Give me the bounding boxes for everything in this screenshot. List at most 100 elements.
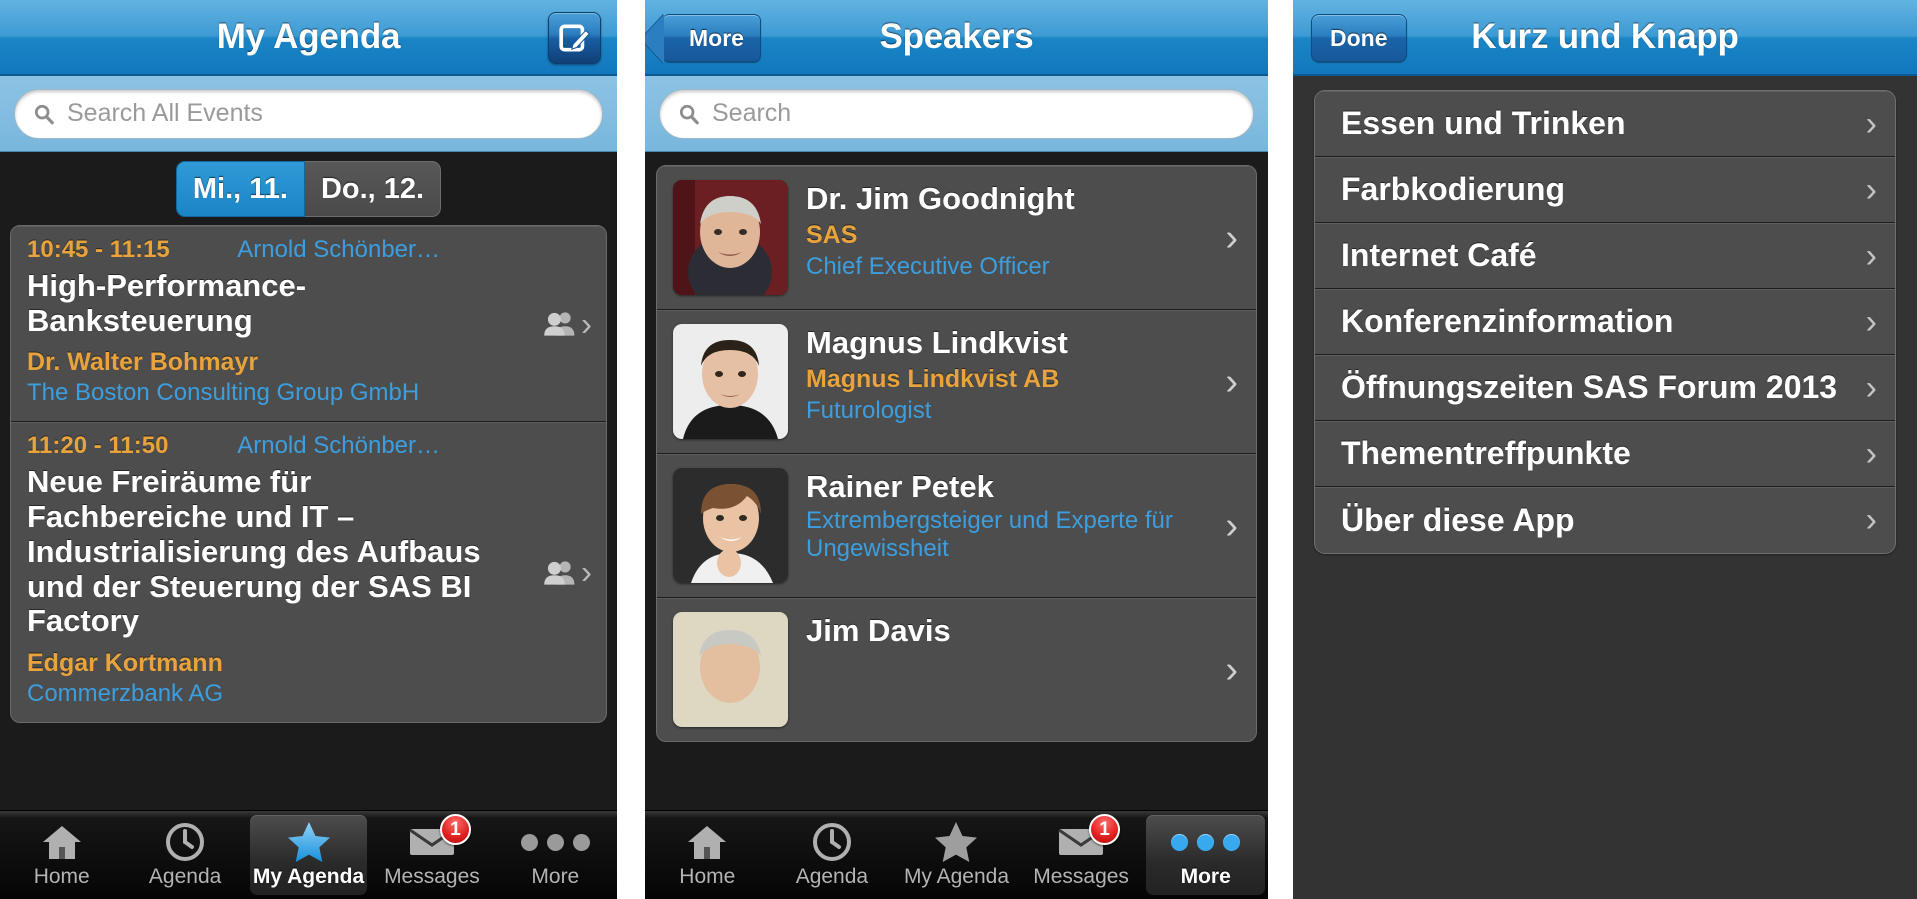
speaker-organization: Magnus Lindkvist AB: [806, 365, 1060, 394]
menu-item-farbkodierung[interactable]: Farbkodierung ›: [1315, 157, 1895, 223]
panel-speakers: More Speakers Search Dr. Jim Goodnight S…: [645, 0, 1268, 899]
tab-messages[interactable]: 1 Messages: [1022, 814, 1141, 895]
chevron-right-icon: ›: [1865, 302, 1877, 341]
speaker-name: Rainer Petek: [806, 469, 994, 504]
panel-divider: [1268, 0, 1293, 899]
tab-home[interactable]: Home: [3, 815, 120, 895]
search-bar-events: Search All Events: [0, 76, 617, 152]
event-speaker: Edgar Kortmann: [27, 649, 223, 678]
menu-item-label: Thementreffpunkte: [1341, 435, 1631, 472]
menu-item-label: Internet Café: [1341, 237, 1537, 274]
tab-my-agenda[interactable]: My Agenda: [249, 815, 368, 895]
agenda-list: 10:45 - 11:15 Arnold Schönber… High-Perf…: [10, 225, 607, 724]
tab-more[interactable]: More: [497, 815, 614, 895]
chevron-right-icon: ›: [1225, 360, 1238, 403]
done-button-wrap[interactable]: Done: [1311, 14, 1407, 62]
tab-bar: Home Agenda My Agenda 1 Messages More: [645, 810, 1268, 899]
badge-count: 1: [439, 814, 471, 845]
speaker-name: Magnus Lindkvist: [806, 325, 1068, 360]
ellipsis-icon: [520, 821, 590, 863]
speaker-meta: Jim Davis: [806, 612, 1240, 648]
menu-item-label: Öffnungszeiten SAS Forum 2013: [1341, 369, 1838, 406]
page-title: My Agenda: [216, 17, 401, 56]
panel-my-agenda: My Agenda Search All Events Mi., 11. Do.…: [0, 0, 617, 899]
menu-item-internet-cafe[interactable]: Internet Café ›: [1315, 223, 1895, 289]
event-speaker: Dr. Walter Bohmayr: [27, 348, 259, 377]
menu-item-konferenzinformation[interactable]: Konferenzinformation ›: [1315, 289, 1895, 355]
chevron-right-icon: ›: [1865, 170, 1877, 209]
speaker-row[interactable]: Magnus Lindkvist Magnus Lindkvist AB Fut…: [657, 310, 1256, 454]
tab-my-agenda[interactable]: My Agenda: [897, 815, 1016, 895]
search-placeholder: Search: [712, 99, 792, 127]
home-icon: [41, 821, 83, 863]
tab-label: More: [1180, 865, 1231, 888]
speaker-name: Jim Davis: [806, 613, 951, 648]
speaker-row[interactable]: Rainer Petek Extrembergsteiger und Exper…: [657, 454, 1256, 598]
compose-button[interactable]: [548, 12, 601, 64]
search-input[interactable]: Search All Events: [14, 88, 603, 139]
speakers-content: Dr. Jim Goodnight SAS Chief Executive Of…: [645, 152, 1268, 899]
tab-label: My Agenda: [252, 865, 365, 888]
envelope-icon: 1: [1058, 814, 1121, 863]
back-button-wrap[interactable]: More: [663, 14, 761, 62]
chevron-right-icon: ›: [581, 553, 592, 591]
search-icon: [34, 104, 54, 124]
chevron-right-icon: ›: [1865, 434, 1877, 473]
tab-home[interactable]: Home: [648, 815, 767, 895]
menu-content: Essen und Trinken › Farbkodierung › Inte…: [1293, 76, 1917, 899]
panel-kurz-und-knapp: Done Kurz und Knapp Essen und Trinken › …: [1293, 0, 1917, 899]
tab-label: Home: [679, 865, 736, 888]
menu-item-oeffnungszeiten[interactable]: Öffnungszeiten SAS Forum 2013 ›: [1315, 355, 1895, 421]
people-icon: [544, 312, 575, 336]
done-button[interactable]: Done: [1311, 14, 1407, 62]
back-button[interactable]: More: [663, 14, 761, 62]
search-input[interactable]: Search: [659, 88, 1254, 139]
event-title: Neue Freiräume für Fachbereiche und IT –…: [27, 464, 481, 639]
event-organization: Commerzbank AG: [27, 680, 224, 708]
date-tab-1[interactable]: Do., 12.: [304, 161, 442, 217]
event-time: 10:45 - 11:15: [27, 236, 170, 263]
agenda-row[interactable]: 10:45 - 11:15 Arnold Schönber… High-Perf…: [11, 226, 606, 423]
menu-list-wrap: Essen und Trinken › Farbkodierung › Inte…: [1293, 76, 1917, 554]
menu-item-ueber-diese-app[interactable]: Über diese App ›: [1315, 487, 1895, 553]
search-placeholder: Search All Events: [67, 99, 263, 127]
avatar: [673, 612, 788, 727]
menu-item-thementreffpunkte[interactable]: Thementreffpunkte ›: [1315, 421, 1895, 487]
star-icon: [287, 821, 331, 863]
search-icon: [679, 104, 699, 124]
tab-label: Messages: [384, 865, 480, 888]
agenda-row-header: 11:20 - 11:50 Arnold Schönber…: [27, 432, 590, 460]
panel-divider: [617, 0, 645, 899]
avatar: [673, 468, 788, 583]
ellipsis-icon: [1171, 821, 1241, 863]
chevron-right-icon: ›: [1865, 236, 1877, 275]
tab-messages[interactable]: 1 Messages: [373, 814, 490, 895]
tab-label: More: [531, 865, 580, 888]
agenda-row[interactable]: 11:20 - 11:50 Arnold Schönber… Neue Frei…: [11, 422, 606, 722]
tab-more[interactable]: More: [1146, 815, 1265, 895]
people-icon: [544, 561, 575, 585]
event-organization: The Boston Consulting Group GmbH: [27, 379, 420, 407]
speaker-row[interactable]: Dr. Jim Goodnight SAS Chief Executive Of…: [657, 166, 1256, 310]
speaker-organization: SAS: [806, 221, 858, 250]
home-icon: [686, 821, 728, 863]
speaker-meta: Magnus Lindkvist Magnus Lindkvist AB Fut…: [806, 324, 1240, 425]
tab-agenda[interactable]: Agenda: [773, 815, 892, 895]
agenda-row-accessory[interactable]: ›: [543, 556, 592, 589]
date-segmented-control[interactable]: Mi., 11. Do., 12.: [0, 152, 617, 225]
speaker-role: Chief Executive Officer: [806, 253, 1050, 281]
speaker-row[interactable]: Jim Davis ›: [657, 598, 1256, 741]
speakers-list-wrap: Dr. Jim Goodnight SAS Chief Executive Of…: [645, 152, 1268, 742]
menu-item-essen-und-trinken[interactable]: Essen und Trinken ›: [1315, 91, 1895, 157]
page-title: Kurz und Knapp: [1471, 17, 1739, 56]
compose-icon: [558, 24, 590, 52]
badge-count: 1: [1089, 814, 1121, 845]
date-tab-0[interactable]: Mi., 11.: [175, 161, 305, 217]
chevron-right-icon: ›: [1865, 368, 1877, 407]
tab-label: Home: [33, 865, 90, 888]
event-time: 11:20 - 11:50: [27, 432, 169, 460]
agenda-row-accessory[interactable]: ›: [543, 307, 592, 340]
tab-agenda[interactable]: Agenda: [126, 815, 243, 895]
event-room: Arnold Schönber…: [237, 432, 440, 460]
speaker-meta: Rainer Petek Extrembergsteiger und Exper…: [806, 468, 1240, 563]
